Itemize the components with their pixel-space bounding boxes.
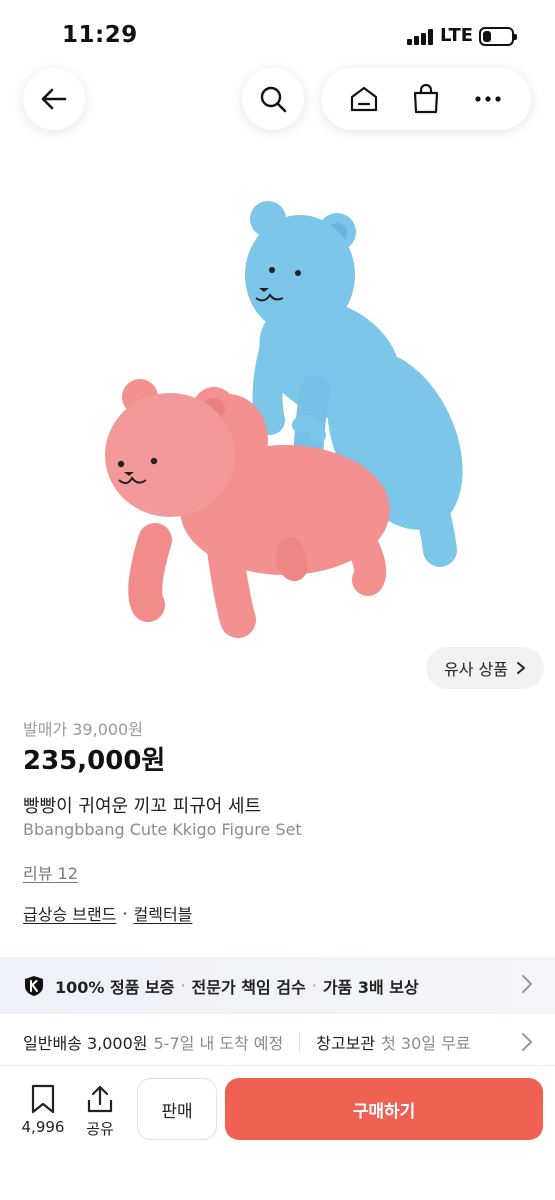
shopping-bag-icon	[413, 83, 439, 114]
home-icon	[350, 86, 378, 112]
back-button[interactable]	[23, 68, 85, 130]
review-link[interactable]: 리뷰 12	[23, 860, 78, 884]
chevron-right-icon	[522, 1033, 532, 1051]
search-icon	[260, 86, 287, 113]
similar-products-label: 유사 상품	[444, 660, 508, 679]
current-price: 235,000원	[23, 746, 166, 776]
warehouse-storage-label: 창고보관	[316, 1034, 376, 1053]
similar-products-button[interactable]: 유사 상품	[426, 647, 544, 689]
standard-shipping-eta: 5-7일 내 도착 예정	[153, 1034, 284, 1053]
product-image[interactable]	[0, 150, 555, 695]
share-label: 공유	[86, 1120, 114, 1138]
guarantee-banner[interactable]: 100% 정품 보증 · 전문가 책임 검수 · 가품 3배 보상	[0, 957, 555, 1014]
warehouse-storage-note: 첫 30일 무료	[381, 1034, 471, 1053]
share-icon	[87, 1085, 113, 1113]
guarantee-compensation: 가품 3배 보상	[322, 977, 419, 997]
guarantee-separator: ·	[311, 976, 317, 995]
tag-collectible[interactable]: 컬렉터블	[134, 901, 193, 925]
guarantee-separator: ·	[180, 976, 186, 995]
chevron-right-icon	[522, 975, 532, 993]
shipping-info-row[interactable]: 일반배송 3,000원 5-7일 내 도착 예정 창고보관 첫 30일 무료	[0, 1020, 555, 1064]
bookmark-count: 4,996	[21, 1118, 65, 1136]
status-time: 11:29	[62, 22, 138, 48]
chevron-right-icon	[516, 662, 525, 674]
product-tags: 급상승 브랜드 · 컬렉터블	[23, 901, 192, 925]
battery-icon	[479, 27, 517, 46]
release-price: 발매가 39,000원	[23, 720, 143, 739]
product-title-ko: 빵빵이 귀여운 끼꼬 피규어 세트	[23, 796, 262, 817]
bookmark-icon	[31, 1084, 55, 1114]
shopping-bag-button[interactable]	[406, 79, 446, 119]
bottom-action-bar: 4,996 공유 판매 구매하기	[0, 1065, 555, 1200]
back-arrow-icon	[41, 88, 67, 110]
product-title-en: Bbangbbang Cute Kkigo Figure Set	[23, 820, 302, 839]
shield-k-icon	[25, 975, 43, 996]
divider	[299, 1032, 301, 1052]
battery-fill	[483, 31, 491, 42]
home-button[interactable]	[344, 79, 384, 119]
top-action-group	[321, 68, 531, 130]
network-label: LTE	[440, 25, 474, 46]
share-button[interactable]: 공유	[78, 1084, 122, 1139]
tag-separator: ·	[122, 903, 128, 923]
guarantee-inspection: 전문가 책임 검수	[191, 977, 306, 997]
more-button[interactable]	[468, 79, 508, 119]
signal-icon	[407, 29, 434, 45]
status-bar: 11:29 LTE	[0, 0, 555, 70]
bear-figures-illustration	[105, 201, 463, 638]
sell-button[interactable]: 판매	[137, 1078, 217, 1140]
bookmark-button[interactable]: 4,996	[18, 1084, 68, 1136]
guarantee-authentic: 100% 정품 보증	[55, 977, 175, 997]
standard-shipping-label: 일반배송 3,000원	[23, 1034, 148, 1053]
search-button[interactable]	[242, 68, 304, 130]
buy-button[interactable]: 구매하기	[225, 1078, 543, 1140]
tag-trending-brand[interactable]: 급상승 브랜드	[23, 901, 116, 925]
more-icon	[475, 96, 501, 102]
